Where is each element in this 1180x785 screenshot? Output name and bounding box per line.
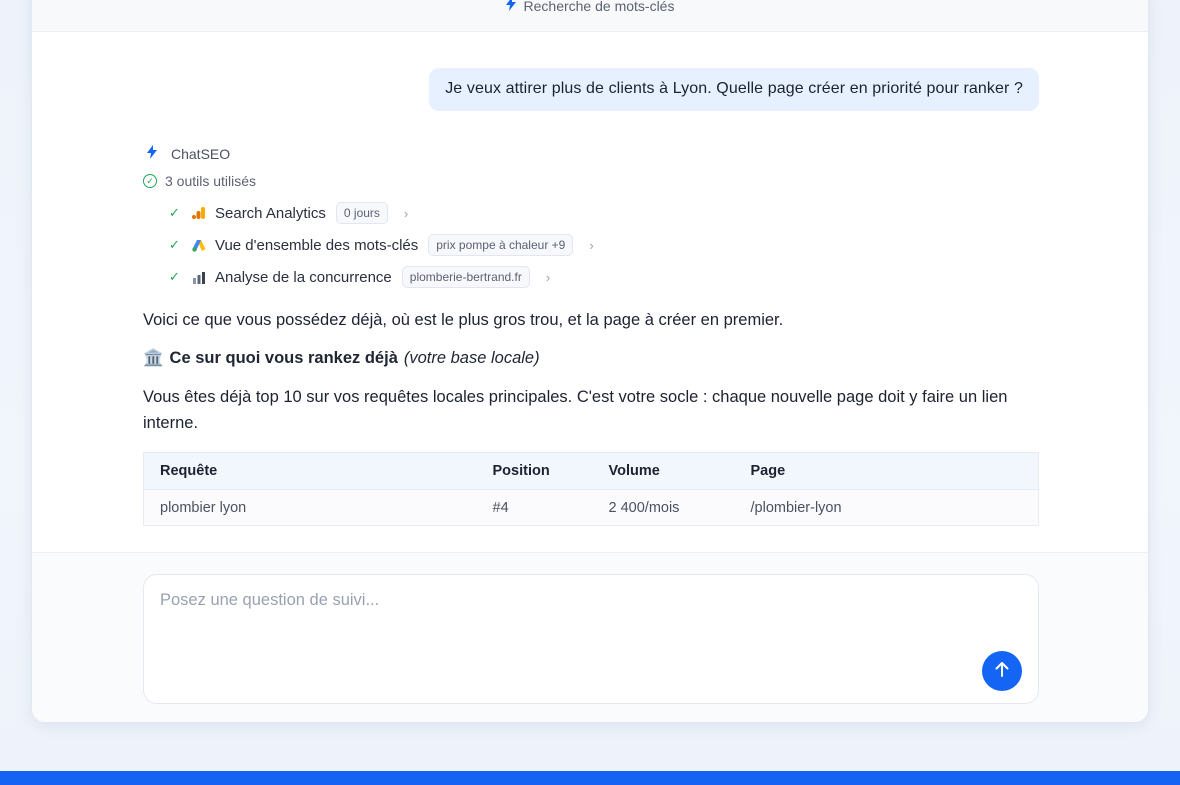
tool-item-search-analytics[interactable]: ✓ Search Analytics 0 jours › xyxy=(169,197,1039,229)
table-cell: plombier lyon xyxy=(143,489,477,526)
section-text: Vous êtes déjà top 10 sur vos requêtes l… xyxy=(143,388,1008,432)
chevron-right-icon[interactable]: › xyxy=(589,238,593,253)
table-cell: #4 xyxy=(476,489,593,526)
tool-item-keywords-overview[interactable]: ✓ Vue d'ensemble des mots-clés prix pomp… xyxy=(169,229,1039,261)
check-icon: ✓ xyxy=(169,237,180,252)
assistant-header: ChatSEO xyxy=(143,145,1039,162)
bolt-icon xyxy=(143,145,161,162)
column-header: Volume xyxy=(592,452,735,490)
google-analytics-icon xyxy=(191,206,207,220)
check-circle-icon: ✓ xyxy=(143,174,157,188)
tool-label: Search Analytics xyxy=(215,204,326,222)
arrow-up-icon xyxy=(995,661,1009,682)
table-header-row: Requête Position Volume Page xyxy=(143,452,1039,490)
table-cell: /plombier-lyon xyxy=(734,489,1039,526)
section-heading: 🏛️ Ce sur quoi vous rankez déjà (votre b… xyxy=(143,349,1039,368)
tool-tag: prix pompe à chaleur +9 xyxy=(428,234,574,256)
classical-building-icon: 🏛️ xyxy=(143,349,164,367)
conversation: Je veux attirer plus de clients à Lyon. … xyxy=(143,32,1039,526)
tool-tag: plomberie-bertrand.fr xyxy=(401,266,530,288)
follow-up-input[interactable] xyxy=(160,591,980,651)
send-button[interactable] xyxy=(982,651,1022,691)
bottom-accent-bar xyxy=(0,771,1180,785)
chat-title: Recherche de mots-clés xyxy=(523,0,675,14)
tool-label: Vue d'ensemble des mots-clés xyxy=(215,236,419,254)
composer xyxy=(143,574,1039,704)
assistant-intro: Voici ce que vous possédez déjà, où est … xyxy=(143,311,784,329)
composer-area xyxy=(32,552,1148,722)
table-cell: 2 400/mois xyxy=(592,489,735,526)
chevron-right-icon[interactable]: › xyxy=(404,206,408,221)
google-ads-icon xyxy=(191,239,207,252)
user-message: Je veux attirer plus de clients à Lyon. … xyxy=(429,68,1039,111)
tools-summary-label: 3 outils utilisés xyxy=(165,173,257,189)
section-subtitle: (votre base locale) xyxy=(403,349,540,367)
table-row: plombier lyon #4 2 400/mois /plombier-ly… xyxy=(143,489,1039,526)
ranking-table: Requête Position Volume Page plombier ly… xyxy=(143,452,1039,526)
bolt-icon xyxy=(505,0,516,14)
tool-label: Analyse de la concurrence xyxy=(215,268,392,286)
check-icon: ✓ xyxy=(169,205,180,220)
section-title: Ce sur quoi vous rankez déjà xyxy=(169,349,398,367)
chat-card: Recherche de mots-clés Je veux attirer p… xyxy=(31,0,1149,723)
bar-chart-icon xyxy=(191,271,207,284)
chevron-right-icon[interactable]: › xyxy=(546,270,550,285)
assistant-name: ChatSEO xyxy=(171,145,231,162)
tool-item-competition[interactable]: ✓ Analyse de la concurrence plomberie-be… xyxy=(169,261,1039,293)
column-header: Requête xyxy=(143,452,477,490)
column-header: Page xyxy=(734,452,1039,490)
chat-header: Recherche de mots-clés xyxy=(32,0,1148,32)
tool-tag: 0 jours xyxy=(335,202,388,224)
tool-list: ✓ Search Analytics 0 jours › ✓ Vue d'ens… xyxy=(143,197,1039,293)
check-icon: ✓ xyxy=(169,269,180,284)
tools-summary[interactable]: ✓ 3 outils utilisés xyxy=(143,173,1039,189)
user-message-row: Je veux attirer plus de clients à Lyon. … xyxy=(143,68,1039,111)
column-header: Position xyxy=(476,452,593,490)
